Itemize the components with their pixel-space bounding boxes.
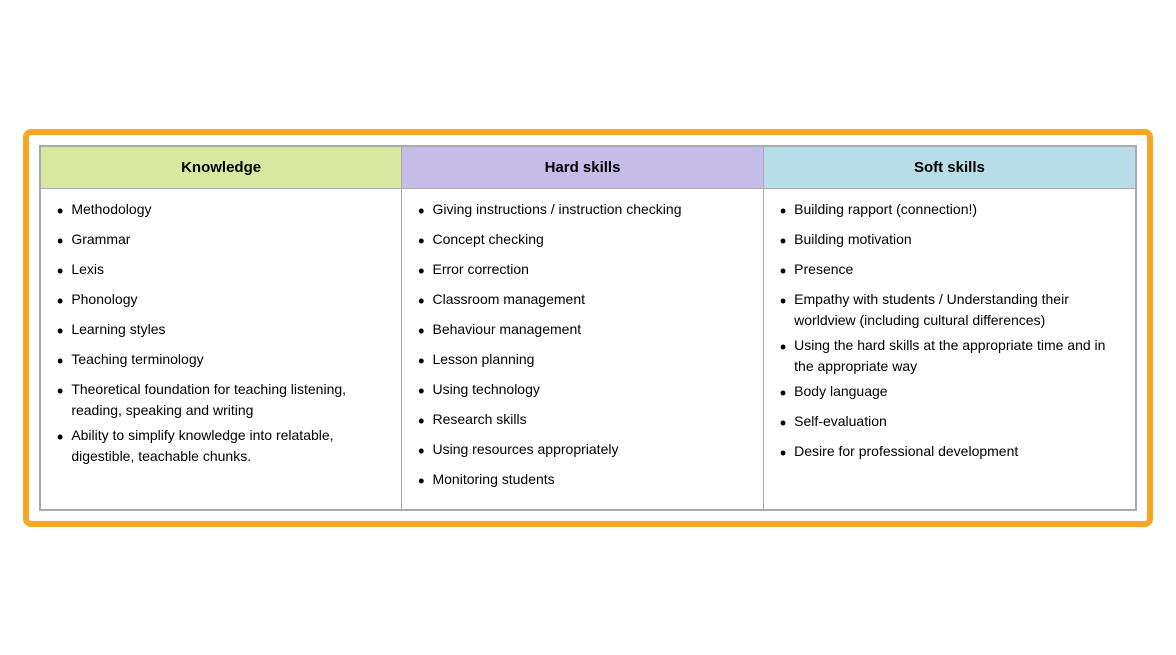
soft-skills-cell: Building rapport (connection!) Building m…	[763, 188, 1136, 510]
list-item: Classroom management	[418, 289, 747, 315]
list-item: Empathy with students / Understanding th…	[780, 289, 1119, 331]
hard-skills-list: Giving instructions / instruction checki…	[418, 199, 747, 495]
list-item: Learning styles	[57, 319, 385, 345]
list-item: Error correction	[418, 259, 747, 285]
knowledge-cell: Methodology Grammar Lexis Phonology Learning…	[40, 188, 402, 510]
knowledge-list: Methodology Grammar Lexis Phonology Learning…	[57, 199, 385, 467]
list-item: Phonology	[57, 289, 385, 315]
list-item: Lesson planning	[418, 349, 747, 375]
list-item: Using technology	[418, 379, 747, 405]
soft-skills-list: Building rapport (connection!) Building m…	[780, 199, 1119, 467]
knowledge-header: Knowledge	[40, 146, 402, 189]
list-item: Body language	[780, 381, 1119, 407]
list-item: Giving instructions / instruction checki…	[418, 199, 747, 225]
list-item: Behaviour management	[418, 319, 747, 345]
hard-skills-cell: Giving instructions / instruction checki…	[402, 188, 764, 510]
list-item: Concept checking	[418, 229, 747, 255]
list-item: Research skills	[418, 409, 747, 435]
list-item: Desire for professional development	[780, 441, 1119, 467]
soft-skills-header: Soft skills	[763, 146, 1136, 189]
list-item: Lexis	[57, 259, 385, 285]
list-item: Presence	[780, 259, 1119, 285]
list-item: Self-evaluation	[780, 411, 1119, 437]
table-container: Knowledge Hard skills Soft skills Method…	[23, 129, 1153, 527]
list-item: Theoretical foundation for teaching list…	[57, 379, 385, 421]
list-item: Building motivation	[780, 229, 1119, 255]
skills-table: Knowledge Hard skills Soft skills Method…	[39, 145, 1137, 511]
list-item: Using resources appropriately	[418, 439, 747, 465]
list-item: Building rapport (connection!)	[780, 199, 1119, 225]
list-item: Ability to simplify knowledge into relat…	[57, 425, 385, 467]
list-item: Teaching terminology	[57, 349, 385, 375]
list-item: Grammar	[57, 229, 385, 255]
list-item: Methodology	[57, 199, 385, 225]
list-item: Using the hard skills at the appropriate…	[780, 335, 1119, 377]
hard-skills-header: Hard skills	[402, 146, 764, 189]
list-item: Monitoring students	[418, 469, 747, 495]
